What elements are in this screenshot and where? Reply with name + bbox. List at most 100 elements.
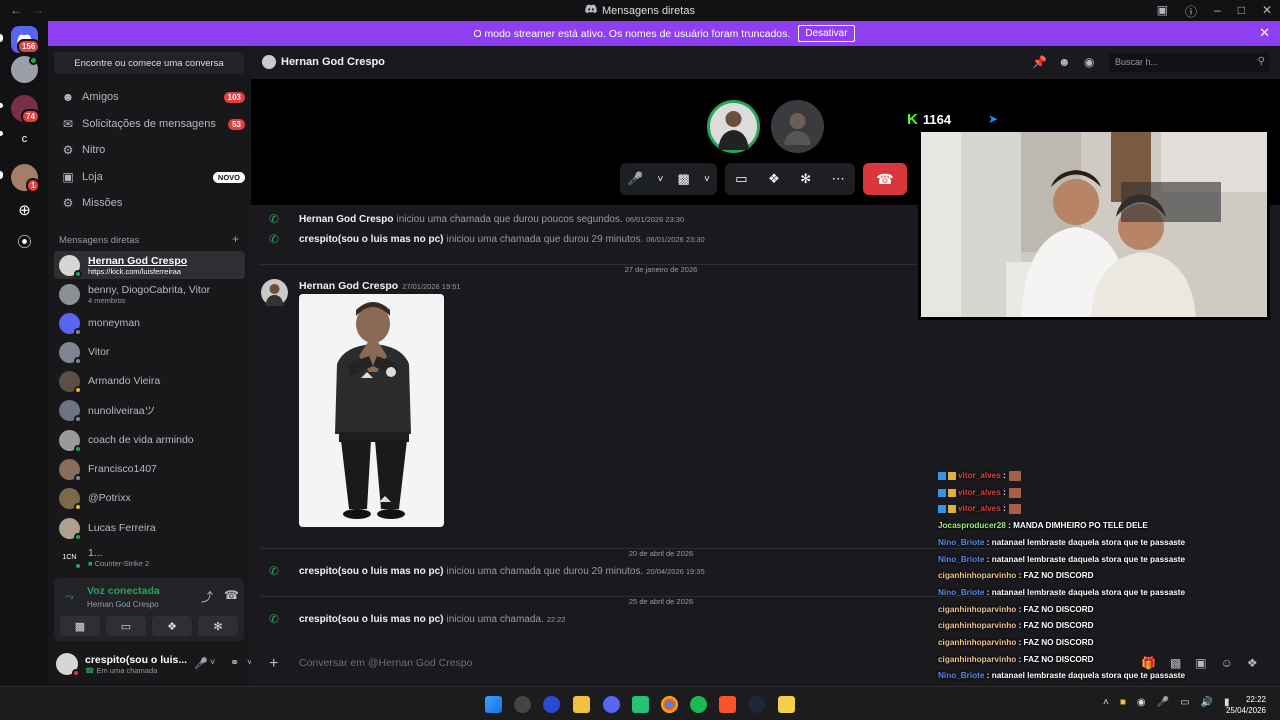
speaker-icon[interactable]: 🔊	[1201, 697, 1213, 708]
user-profile-icon[interactable]: ◉	[1084, 55, 1094, 69]
dm-item-nuno[interactable]: nunoliveiraaツ	[54, 396, 245, 424]
mic-tray-icon[interactable]: 🎤	[1157, 697, 1169, 708]
dm-item-group[interactable]: benny, DiogoCabrita, Vitor 4 membros	[54, 280, 245, 308]
deactivate-button[interactable]: Desativar	[798, 25, 855, 42]
noise-suppression-icon[interactable]: ⤴	[201, 588, 213, 605]
disconnect-icon[interactable]: ☎	[224, 588, 239, 602]
headphones-icon[interactable]: ⚭	[230, 656, 239, 669]
user-avatar[interactable]	[56, 653, 80, 677]
network-app-icon[interactable]: ◉	[1137, 697, 1146, 708]
message-avatar[interactable]	[261, 279, 288, 306]
spotify-icon[interactable]	[690, 696, 707, 713]
chat-username[interactable]: vitor_alves	[958, 471, 1001, 480]
forward-arrow-icon[interactable]: →	[32, 3, 44, 17]
chat-title-text[interactable]: Hernan God Crespo	[281, 56, 385, 68]
gift-icon[interactable]: 🎁	[1141, 656, 1156, 670]
chat-username[interactable]: ciganhinhoparvinho	[938, 655, 1016, 664]
add-attachment-icon[interactable]: +	[269, 655, 278, 673]
call-avatar-speaking[interactable]	[707, 100, 760, 153]
windows-start-icon[interactable]	[485, 696, 502, 713]
sys-author[interactable]: Hernan God Crespo	[299, 214, 393, 225]
sys-author[interactable]: crespito(sou o luis mas no pc)	[299, 614, 443, 625]
app-icon[interactable]	[632, 696, 649, 713]
message-input[interactable]: Conversar em @Hernan God Crespo	[299, 657, 472, 669]
gif-icon[interactable]: ▩	[1170, 656, 1181, 670]
edge-icon[interactable]	[543, 696, 560, 713]
chat-username[interactable]: Nino_Briote	[938, 555, 984, 564]
chat-username[interactable]: ciganhinhoparvinho	[938, 605, 1016, 614]
dm-item-coach[interactable]: coach de vida armindo	[54, 426, 245, 454]
add-server-button[interactable]: ⊕	[11, 196, 38, 223]
dm-item-moneyman[interactable]: moneyman	[54, 309, 245, 337]
chat-username[interactable]: ciganhinhoparvinho	[938, 571, 1016, 580]
apps-icon[interactable]: ❖	[1247, 656, 1258, 670]
chat-username[interactable]: ciganhinhoparvinho	[938, 638, 1016, 647]
emoji-icon[interactable]: ☺	[1221, 656, 1233, 670]
add-friends-icon[interactable]: ☻	[1058, 55, 1071, 69]
chat-username[interactable]: vitor_alves	[958, 505, 1001, 514]
mic-icon[interactable]: 🎤	[627, 171, 643, 187]
chat-username[interactable]: vitor_alves	[958, 488, 1001, 497]
dm-item-1[interactable]: 1CN 1... ■ Counter-Strike 2	[54, 543, 245, 571]
screen-share-button[interactable]: ▭	[106, 616, 146, 636]
dm-item-vitor[interactable]: Vitor	[54, 338, 245, 366]
nav-quests[interactable]: ⚙ Missões	[56, 191, 245, 215]
inbox-icon[interactable]: ▣	[1157, 3, 1168, 20]
message-author[interactable]: Hernan God Crespo	[299, 280, 398, 292]
brave-icon[interactable]	[719, 696, 736, 713]
search-input[interactable]: Buscar h... ⚲	[1109, 53, 1270, 72]
search-taskbar-icon[interactable]	[514, 696, 531, 713]
activities-button[interactable]: ❖	[152, 616, 192, 636]
nav-message-requests[interactable]: ✉ Solicitações de mensagens 53	[56, 112, 245, 136]
chrome-icon[interactable]	[661, 696, 678, 713]
chat-username[interactable]: ciganhinhoparvinho	[938, 621, 1016, 630]
camera-settings-chevron-icon[interactable]: ˅	[704, 174, 710, 185]
sys-author[interactable]: crespito(sou o luis mas no pc)	[299, 566, 443, 577]
mic-chevron-icon[interactable]: ˅	[210, 657, 215, 667]
steam-icon[interactable]	[748, 696, 765, 713]
file-explorer-icon[interactable]	[573, 696, 590, 713]
dm-item-lucas[interactable]: Lucas Ferreira	[54, 514, 245, 542]
close-window-button[interactable]: ✕	[1262, 3, 1272, 20]
sys-author[interactable]: crespito(sou o luis mas no pc)	[299, 234, 443, 245]
dm-item-francisco[interactable]: Francisco1407	[54, 455, 245, 483]
camera-off-icon[interactable]: ▩	[678, 171, 690, 187]
find-conversation-button[interactable]: Encontre ou comece uma conversa	[54, 52, 244, 74]
discord-taskbar-icon[interactable]	[603, 696, 620, 713]
activities-icon[interactable]: ❖	[768, 171, 780, 187]
more-options-icon[interactable]: ⋯	[832, 171, 845, 187]
chat-username[interactable]: Nino_Briote	[938, 588, 984, 597]
maximize-button[interactable]: □	[1238, 3, 1245, 20]
dm-item-armando[interactable]: Armando Vieira	[54, 367, 245, 395]
notes-icon[interactable]	[778, 696, 795, 713]
folder-tray-icon[interactable]: ■	[1120, 697, 1126, 708]
screen-share-icon[interactable]: ▭	[735, 171, 747, 187]
help-icon[interactable]: ⓘ	[1185, 3, 1197, 20]
header-avatar[interactable]	[262, 55, 276, 69]
chat-username[interactable]: Nino_Briote	[938, 671, 984, 680]
dm-item-potrixx[interactable]: @Potrixx	[54, 484, 245, 512]
clock[interactable]: 22:22 25/04/2026	[1226, 694, 1266, 716]
discover-button[interactable]: ⦿	[11, 228, 38, 255]
mic-settings-chevron-icon[interactable]: ˅	[657, 174, 663, 185]
voice-status[interactable]: Voz conectada	[87, 585, 160, 597]
hang-up-button[interactable]: ☎	[863, 163, 907, 195]
back-arrow-icon[interactable]: ←	[10, 3, 22, 17]
nav-shop[interactable]: ▣ Loja NOVO	[56, 165, 245, 189]
close-banner-icon[interactable]: ✕	[1259, 25, 1270, 41]
pin-icon[interactable]: 📌	[1032, 55, 1047, 69]
server-icon-c[interactable]: c	[11, 125, 38, 152]
mic-icon[interactable]: 🎤	[194, 657, 208, 670]
nav-friends[interactable]: ☻ Amigos 103	[56, 85, 245, 109]
chat-username[interactable]: Nino_Briote	[938, 538, 984, 547]
message-image-attachment[interactable]	[299, 294, 444, 527]
monitor-icon[interactable]: ▭	[1180, 697, 1189, 708]
sticker-icon[interactable]: ▣	[1195, 656, 1206, 670]
minimize-button[interactable]: –	[1214, 3, 1221, 20]
nav-nitro[interactable]: ⚙ Nitro	[56, 138, 245, 162]
soundboard-button[interactable]: ✻	[198, 616, 238, 636]
camera-button[interactable]: ▩	[60, 616, 100, 636]
dm-item-hernan[interactable]: Hernan God Crespo https://kick.com/luisfe…	[54, 251, 245, 279]
call-avatar-2[interactable]	[771, 100, 824, 153]
chat-username[interactable]: Jocasproducer28	[938, 521, 1006, 530]
